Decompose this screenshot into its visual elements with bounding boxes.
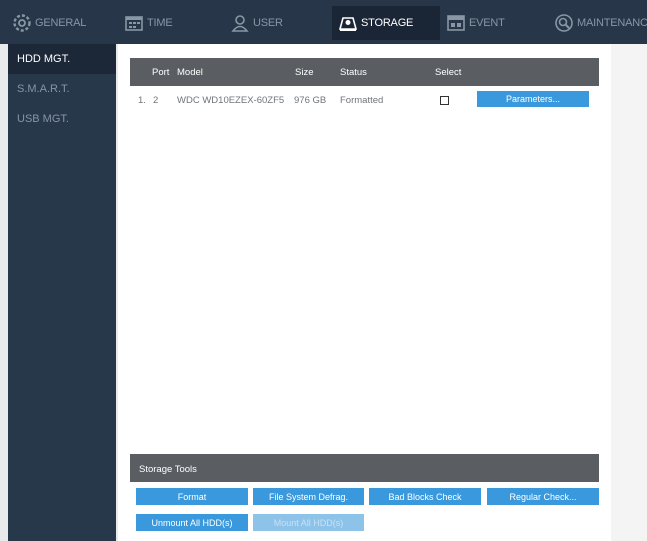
tab-user-label: USER: [253, 17, 283, 29]
tab-user[interactable]: USER: [230, 6, 283, 40]
tab-general[interactable]: GENERAL: [12, 6, 86, 40]
sidebar-item-hdd-mgt[interactable]: HDD MGT.: [8, 44, 116, 74]
table-row: 1. 2 WDC WD10EZEX-60ZF5 976 GB Formatted…: [130, 88, 599, 112]
tab-time[interactable]: TIME: [124, 6, 173, 40]
hdd-table: Port Model Size Status Select 1. 2 WDC W…: [130, 58, 599, 453]
tab-general-label: GENERAL: [35, 17, 87, 29]
sidebar-item-smart[interactable]: S.M.A.R.T.: [8, 74, 116, 104]
wrench-icon: [554, 13, 574, 33]
storage-icon: [338, 13, 358, 33]
column-header-port: Port: [152, 67, 170, 78]
mount-all-hdd-button: Mount All HDD(s): [253, 514, 364, 531]
row-index: 1.: [138, 95, 146, 106]
tab-event[interactable]: EVENT: [446, 6, 505, 40]
regular-check-button[interactable]: Regular Check...: [487, 488, 599, 505]
sidebar-item-usb-mgt[interactable]: USB MGT.: [8, 104, 116, 134]
tab-storage[interactable]: STORAGE: [332, 6, 440, 40]
unmount-all-hdd-button[interactable]: Unmount All HDD(s): [136, 514, 248, 531]
hdd-management-panel: Port Model Size Status Select 1. 2 WDC W…: [118, 44, 611, 541]
format-button[interactable]: Format: [136, 488, 248, 505]
tab-time-label: TIME: [147, 17, 173, 29]
column-header-status: Status: [340, 67, 367, 78]
row-status: Formatted: [340, 95, 384, 106]
tab-maintenance-label: MAINTENANCE: [577, 17, 647, 29]
column-header-model: Model: [177, 67, 203, 78]
column-header-size: Size: [295, 67, 314, 78]
tab-maintenance[interactable]: MAINTENANCE: [554, 6, 647, 40]
row-model: WDC WD10EZEX-60ZF5: [177, 95, 285, 106]
tab-event-label: EVENT: [469, 17, 505, 29]
right-margin: [611, 44, 647, 541]
row-port: 2: [153, 95, 159, 106]
calendar-icon: [124, 13, 144, 33]
bad-blocks-check-button[interactable]: Bad Blocks Check: [369, 488, 481, 505]
sidebar: HDD MGT. S.M.A.R.T. USB MGT.: [8, 44, 116, 541]
storage-tools-title: Storage Tools: [139, 464, 197, 475]
top-navigation: GENERAL TIME USER STORAGE EVENT MAINTENA…: [0, 0, 647, 44]
column-header-select: Select: [435, 67, 462, 78]
row-size: 976 GB: [294, 95, 327, 106]
storage-tools-header: Storage Tools: [130, 454, 599, 482]
gear-icon: [12, 13, 32, 33]
event-icon: [446, 13, 466, 33]
file-system-defrag-button[interactable]: File System Defrag.: [253, 488, 364, 505]
row-select-checkbox[interactable]: [440, 96, 449, 105]
parameters-button[interactable]: Parameters...: [477, 91, 589, 107]
user-icon: [230, 13, 250, 33]
tab-storage-label: STORAGE: [361, 17, 414, 29]
table-header: Port Model Size Status Select: [130, 58, 599, 86]
